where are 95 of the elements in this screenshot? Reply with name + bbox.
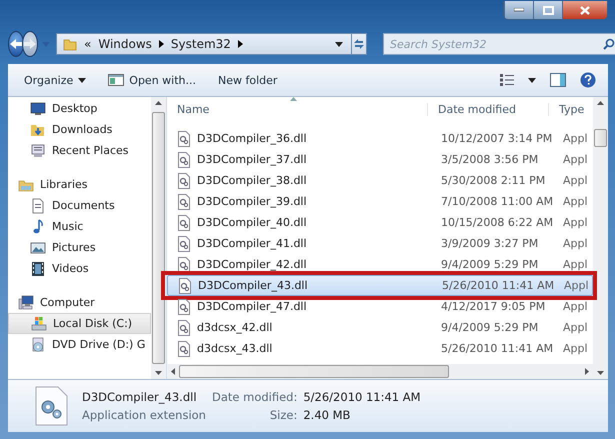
- forward-button[interactable]: [22, 31, 38, 57]
- close-icon: [580, 6, 590, 14]
- dvd-drive-icon: [30, 336, 46, 352]
- open-with-button[interactable]: Open with...: [104, 72, 200, 88]
- file-icon: [177, 340, 191, 356]
- close-button[interactable]: [562, 1, 607, 19]
- scroll-thumb[interactable]: [152, 112, 165, 364]
- preview-pane-icon[interactable]: [550, 73, 566, 87]
- computer-icon: [18, 294, 34, 310]
- minimize-icon: [514, 8, 524, 12]
- column-header[interactable]: Type: [549, 102, 584, 116]
- organize-button[interactable]: Organize: [20, 72, 90, 88]
- scroll-up-arrow-icon: [597, 101, 604, 105]
- nav-item[interactable]: Videos: [8, 258, 151, 279]
- scroll-down-arrow-icon: [597, 371, 604, 375]
- file-icon: [177, 130, 191, 146]
- nav-item[interactable]: Downloads: [8, 119, 151, 140]
- desktop-icon: [30, 100, 46, 116]
- scrollbar[interactable]: [151, 97, 166, 379]
- search-field[interactable]: Search System32: [383, 33, 615, 55]
- date-value: 5/26/2010 11:41 AM: [303, 390, 421, 404]
- scroll-down-arrow-icon: [155, 371, 162, 375]
- file-name: D3DCompiler_43.dll: [82, 390, 198, 404]
- nav-item[interactable]: Libraries: [8, 174, 151, 195]
- nav-item[interactable]: Local Disk (C:): [8, 313, 151, 334]
- view-list-icon[interactable]: [500, 74, 514, 86]
- file-type: Application extension: [82, 408, 206, 422]
- refresh-button[interactable]: [352, 33, 367, 55]
- file-row[interactable]: D3DCompiler_41.dll 3/9/2009 3:27 PM Appl: [167, 233, 593, 254]
- file-row[interactable]: D3DCompiler_38.dll 5/30/2008 2:11 PM Appl: [167, 170, 593, 191]
- overflow-chevron[interactable]: «: [84, 37, 92, 51]
- nav-item[interactable]: DVD Drive (D:) G: [8, 334, 151, 355]
- maximize-icon: [542, 6, 554, 14]
- film-icon: [30, 260, 46, 276]
- back-button[interactable]: [8, 31, 24, 57]
- file-row[interactable]: D3DCompiler_42.dll 9/4/2009 5:29 PM Appl: [167, 254, 593, 275]
- chevron-right-icon: [238, 40, 243, 48]
- forward-arrow-icon: [23, 38, 37, 50]
- minimize-button[interactable]: [504, 1, 533, 19]
- nav-item[interactable]: Recent Places: [8, 140, 151, 161]
- search-icon: [603, 38, 615, 50]
- file-icon: [177, 172, 191, 188]
- file-icon: [177, 236, 191, 252]
- dropdown-arrow-icon[interactable]: [335, 42, 343, 46]
- field-label: Size:: [268, 408, 298, 422]
- window-icon: [108, 74, 124, 86]
- file-row[interactable]: d3dcsx_42.dll 9/4/2009 5:29 PM Appl: [167, 317, 593, 338]
- nav-item[interactable]: Desktop: [8, 98, 151, 119]
- column-header[interactable]: Date modified: [428, 102, 549, 116]
- folder-icon: [63, 37, 77, 51]
- nav-item[interactable]: Pictures: [8, 237, 151, 258]
- breadcrumb[interactable]: Windows: [98, 37, 152, 51]
- nav-item[interactable]: Music: [8, 216, 151, 237]
- scroll-up-arrow-icon: [155, 101, 162, 105]
- address-bar[interactable]: « Windows System32: [56, 33, 352, 55]
- scroll-right-arrow-icon: [585, 368, 589, 375]
- sort-up-arrow-icon: [290, 97, 297, 101]
- nav-item[interactable]: Documents: [8, 195, 151, 216]
- help-icon[interactable]: [580, 72, 596, 88]
- file-row[interactable]: D3DCompiler_37.dll 3/5/2008 3:56 PM Appl: [167, 149, 593, 170]
- new-folder-button[interactable]: New folder: [214, 72, 282, 88]
- file-row[interactable]: d3dcsx_43.dll 5/26/2010 11:41 AM Appl: [167, 338, 593, 359]
- scroll-left-arrow-icon: [171, 368, 175, 375]
- chevron-right-icon: [158, 40, 164, 48]
- scrollbar[interactable]: [593, 97, 608, 379]
- scrollbar[interactable]: [167, 364, 593, 379]
- file-icon: [178, 278, 192, 294]
- document-icon: [30, 198, 46, 214]
- column-header[interactable]: Name: [167, 102, 428, 116]
- file-icon: [177, 298, 191, 314]
- scroll-thumb[interactable]: [594, 129, 607, 147]
- field-label: Date modified:: [212, 390, 298, 404]
- file-gears-icon: [34, 386, 68, 426]
- maximize-button[interactable]: [533, 1, 562, 19]
- file-icon: [177, 194, 191, 210]
- file-row[interactable]: D3DCompiler_40.dll 10/15/2008 6:22 AM Appl: [167, 212, 593, 233]
- nav-item[interactable]: Computer: [8, 292, 151, 313]
- dropdown-arrow-icon: [78, 78, 86, 82]
- file-icon: [177, 256, 191, 272]
- file-icon: [177, 320, 191, 336]
- size-value: 2.40 MB: [303, 408, 352, 422]
- scroll-thumb[interactable]: [179, 365, 449, 378]
- file-row[interactable]: D3DCompiler_43.dll 5/26/2010 11:41 AM Appl: [167, 275, 593, 296]
- file-row[interactable]: D3DCompiler_36.dll 10/12/2007 3:14 PM Appl: [167, 128, 593, 149]
- dropdown-arrow-icon[interactable]: [528, 78, 536, 82]
- file-icon: [177, 152, 191, 168]
- file-icon: [177, 214, 191, 230]
- picture-icon: [30, 240, 46, 256]
- breadcrumb[interactable]: System32: [170, 37, 231, 51]
- recent-places-icon: [30, 142, 46, 158]
- file-row[interactable]: D3DCompiler_47.dll 4/12/2017 9:05 PM Appl: [167, 296, 593, 317]
- back-arrow-icon: [9, 38, 23, 50]
- file-row[interactable]: D3DCompiler_39.dll 7/10/2008 11:00 AM Appl: [167, 191, 593, 212]
- disk-drive-icon: [31, 316, 47, 332]
- refresh-arrows-icon: [352, 38, 366, 50]
